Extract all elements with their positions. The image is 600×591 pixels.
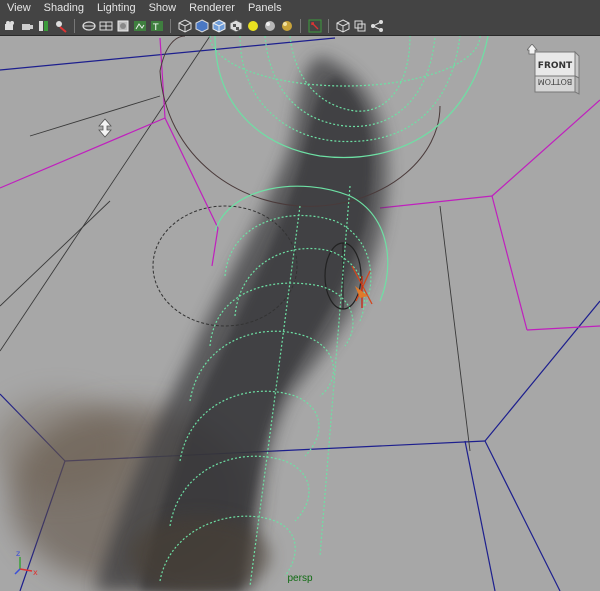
axis-z-label: z bbox=[16, 549, 20, 558]
wireframe-icon[interactable] bbox=[82, 19, 96, 33]
svg-text:T: T bbox=[152, 23, 159, 33]
menu-renderer[interactable]: Renderer bbox=[182, 0, 241, 17]
isolate-select-icon[interactable] bbox=[280, 19, 294, 33]
menu-lighting[interactable]: Lighting bbox=[90, 0, 142, 17]
maya-viewport-window: View Shading Lighting Show Renderer Pane… bbox=[0, 0, 600, 591]
light-sphere-icon[interactable] bbox=[229, 19, 243, 33]
select-camera-icon[interactable] bbox=[3, 19, 17, 33]
panel-toolbar: T bbox=[0, 17, 600, 36]
shadow-sphere-icon[interactable] bbox=[246, 19, 260, 33]
toolbar-divider bbox=[74, 19, 75, 33]
menu-panels[interactable]: Panels bbox=[241, 0, 288, 17]
menu-show[interactable]: Show bbox=[142, 0, 183, 17]
checker-cube-icon[interactable] bbox=[212, 19, 226, 33]
bounding-box-icon[interactable] bbox=[133, 19, 147, 33]
viewcube-front-label[interactable]: FRONT bbox=[538, 61, 573, 71]
camera-attributes-icon[interactable] bbox=[20, 19, 34, 33]
bookmark-icon[interactable] bbox=[37, 19, 51, 33]
smooth-shade-icon[interactable] bbox=[99, 19, 113, 33]
xray-joints-icon[interactable] bbox=[336, 19, 350, 33]
view-cube[interactable]: FRONT BOTTOM bbox=[526, 43, 597, 115]
shaded-cube-icon[interactable] bbox=[178, 19, 192, 33]
camera-name-label: persp bbox=[287, 573, 313, 584]
smoke-plume bbox=[0, 56, 388, 591]
textured-icon[interactable]: T bbox=[150, 19, 164, 33]
shaded-cube-alt-icon[interactable] bbox=[195, 19, 209, 33]
flat-shade-icon[interactable] bbox=[116, 19, 130, 33]
share-nodes-icon[interactable] bbox=[370, 19, 384, 33]
scene-canvas[interactable]: z x bbox=[0, 36, 600, 591]
panel-menubar: View Shading Lighting Show Renderer Pane… bbox=[0, 0, 600, 18]
toolbar-divider bbox=[300, 19, 301, 33]
perspective-viewport[interactable]: z x FRONT BOTTOM persp bbox=[0, 36, 600, 591]
image-plane-icon[interactable] bbox=[54, 19, 68, 33]
toolbar-divider bbox=[328, 19, 329, 33]
xray-icon[interactable] bbox=[308, 19, 322, 33]
move-manipulator-icon[interactable] bbox=[98, 118, 112, 138]
gold-sphere-icon[interactable] bbox=[263, 19, 277, 33]
toolbar-divider bbox=[170, 19, 171, 33]
component-xray-icon[interactable] bbox=[353, 19, 367, 33]
menu-view[interactable]: View bbox=[0, 0, 37, 17]
viewcube-bottom-label[interactable]: BOTTOM bbox=[538, 77, 573, 86]
menu-shading[interactable]: Shading bbox=[37, 0, 90, 17]
